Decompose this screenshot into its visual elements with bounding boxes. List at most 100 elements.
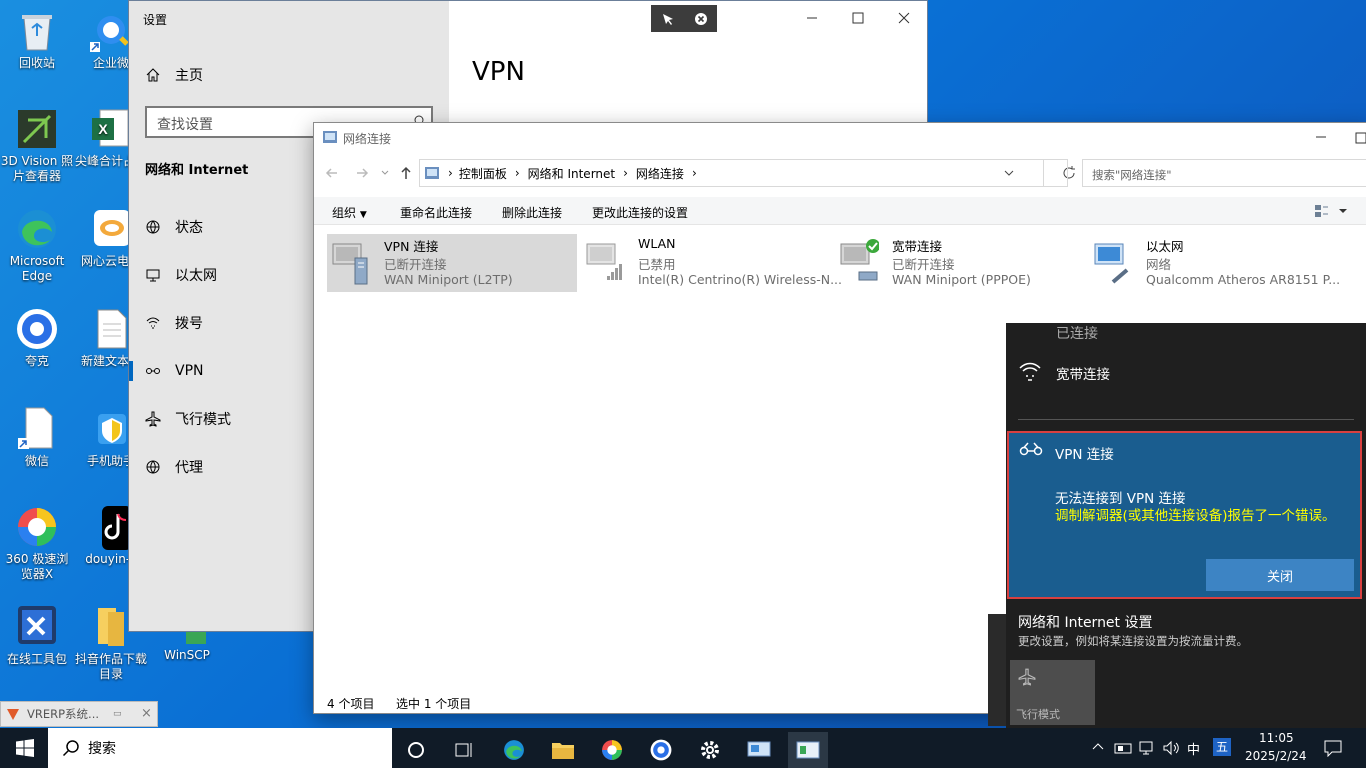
remote-control-pill[interactable] [651,5,717,32]
restore-icon[interactable]: ▭ [113,709,122,719]
vpn-card-name: VPN 连接 [1055,447,1114,463]
nav-selected-indicator [129,361,133,381]
nav-label: 状态 [175,220,203,236]
connection-item-wlan[interactable]: WLAN 已禁用 Intel(R) Centrino(R) Wireless-N… [581,234,842,292]
taskbar-edge[interactable] [494,732,534,768]
connected-status-text: 已连接 [1056,326,1098,342]
settings-minimize-button[interactable] [797,7,827,29]
network-settings-link[interactable]: 网络和 Internet 设置 [1018,612,1153,632]
connection-device: Qualcomm Atheros AR8151 P... [1146,272,1341,287]
taskbar-360-browser[interactable] [592,732,632,768]
taskbar-quark[interactable] [641,732,681,768]
ime-language-indicator[interactable]: 中 [1187,739,1200,758]
connection-device: WAN Miniport (L2TP) [384,272,513,287]
address-bar[interactable]: › 控制面板 › 网络和 Internet › 网络连接 › [419,159,1075,187]
settings-nav-proxy[interactable]: 代理 [145,455,203,479]
delete-connection-button[interactable]: 删除此连接 [502,204,562,221]
organize-menu-button[interactable]: 组织 ▼ [332,204,367,221]
address-refresh-divider [1044,159,1068,187]
tray-volume-icon[interactable] [1162,740,1180,756]
airplane-icon [145,411,161,427]
taskbar-search-box[interactable]: 搜索 [48,728,392,768]
settings-home[interactable]: 主页 [145,63,203,87]
taskbar-network-connections[interactable] [788,732,828,768]
dialup-icon [1018,359,1042,383]
breadcrumb-separator: › [448,166,453,180]
3d-vision-icon [14,106,60,152]
360-browser-icon [600,738,624,762]
taskbar: 搜索 中 五 11:05 2025/2/24 [0,728,1366,768]
connection-status: 已断开连接 [384,257,447,272]
clock-time[interactable]: 11:05 [1259,731,1294,745]
clock-date[interactable]: 2025/2/24 [1245,749,1307,763]
vpn-close-button[interactable]: 关闭 [1206,559,1354,591]
view-options-icon[interactable] [1314,203,1350,219]
rename-connection-button[interactable]: 重命名此连接 [400,204,472,221]
start-button[interactable] [3,728,47,768]
up-arrow-icon[interactable] [398,165,414,181]
flyout-shadow-edge [988,614,1006,726]
taskbar-remote-desktop[interactable] [739,732,779,768]
settings-maximize-button[interactable] [843,7,873,29]
settings-nav-airplane[interactable]: 飞行模式 [145,407,231,431]
desktop-icon-360-browser[interactable]: 360 极速浏览器X [0,504,74,582]
settings-close-button[interactable] [889,7,919,29]
forward-arrow-icon[interactable] [354,165,370,181]
connection-status: 网络 [1146,257,1172,272]
back-arrow-icon[interactable] [324,165,340,181]
edge-icon [502,738,526,762]
desktop-icon-quark[interactable]: 夸克 [0,306,74,369]
task-view-icon [454,741,474,759]
globe-icon [145,219,161,235]
settings-nav-vpn[interactable]: VPN [145,359,204,383]
address-dropdown-icon[interactable] [1003,168,1015,178]
airplane-mode-tile[interactable]: 飞行模式 [1010,660,1095,725]
network-folder-icon [322,129,338,145]
broadband-flyout-item[interactable]: 宽带连接 [1006,353,1366,389]
gear-icon [699,739,721,761]
cortana-button[interactable] [396,732,436,768]
control-panel-icon [424,165,440,181]
desktop-icon-3d-vision[interactable]: 3D Vision 照片查看器 [0,106,74,184]
settings-nav-status[interactable]: 状态 [145,215,203,239]
vpn-error-detail: 调制解调器(或其他连接设备)报告了一个错误。 [1055,508,1336,524]
desktop-icon-online-tools[interactable]: 在线工具包 [0,604,74,667]
airplane-mode-label: 飞行模式 [1016,708,1060,721]
explorer-maximize-button[interactable] [1354,129,1366,145]
organize-label: 组织 [332,206,357,220]
ime-mode-indicator[interactable]: 五 [1213,738,1231,756]
svg-text:X: X [98,121,108,137]
taskbar-file-explorer[interactable] [543,732,583,768]
notification-center-icon[interactable] [1323,739,1343,757]
explorer-search-input[interactable]: 搜索"网络连接" [1082,159,1366,187]
vpn-connection-icon [331,238,371,286]
settings-nav-ethernet[interactable]: 以太网 [145,263,217,287]
settings-nav-dialup[interactable]: 拨号 [145,311,203,335]
breadcrumb-item[interactable]: 网络和 Internet [528,165,615,182]
connection-item-broadband[interactable]: 宽带连接 已断开连接 WAN Miniport (PPPOE) [835,234,1085,292]
network-flyout: 已连接 宽带连接 VPN 连接 无法连接到 VPN 连接 调制解调器(或其他连接… [1006,323,1366,728]
chevron-down-icon[interactable] [380,167,390,177]
connection-name: WLAN [638,236,676,251]
connection-item-ethernet[interactable]: 以太网 网络 Qualcomm Atheros AR8151 P... [1089,234,1341,292]
desktop-icon-edge[interactable]: Microsoft Edge [0,206,74,284]
taskbar-settings[interactable] [690,732,730,768]
tray-overflow-chevron-icon[interactable] [1092,741,1104,753]
explorer-minimize-button[interactable] [1312,129,1332,145]
connection-item-vpn[interactable]: VPN 连接 已断开连接 WAN Miniport (L2TP) [327,234,577,292]
breadcrumb-item[interactable]: 控制面板 [459,165,507,182]
minimized-vrerp-window[interactable]: VRERP系统... ▭ × [0,701,158,727]
vpn-icon [145,363,161,379]
control-panel-icon [796,740,820,760]
close-icon[interactable]: × [141,706,152,721]
task-view-button[interactable] [444,732,484,768]
desktop-icon-wechat[interactable]: 微信 [0,406,74,469]
tray-device-icon[interactable] [1114,740,1132,756]
change-settings-button[interactable]: 更改此连接的设置 [592,204,688,221]
close-button-label: 关闭 [1266,569,1293,585]
settings-title: 设置 [143,13,168,27]
ethernet-connection-icon [1093,238,1133,286]
tray-network-icon[interactable] [1138,740,1156,756]
breadcrumb-item[interactable]: 网络连接 [636,165,684,182]
desktop-icon-recycle-bin[interactable]: 回收站 [0,8,74,71]
